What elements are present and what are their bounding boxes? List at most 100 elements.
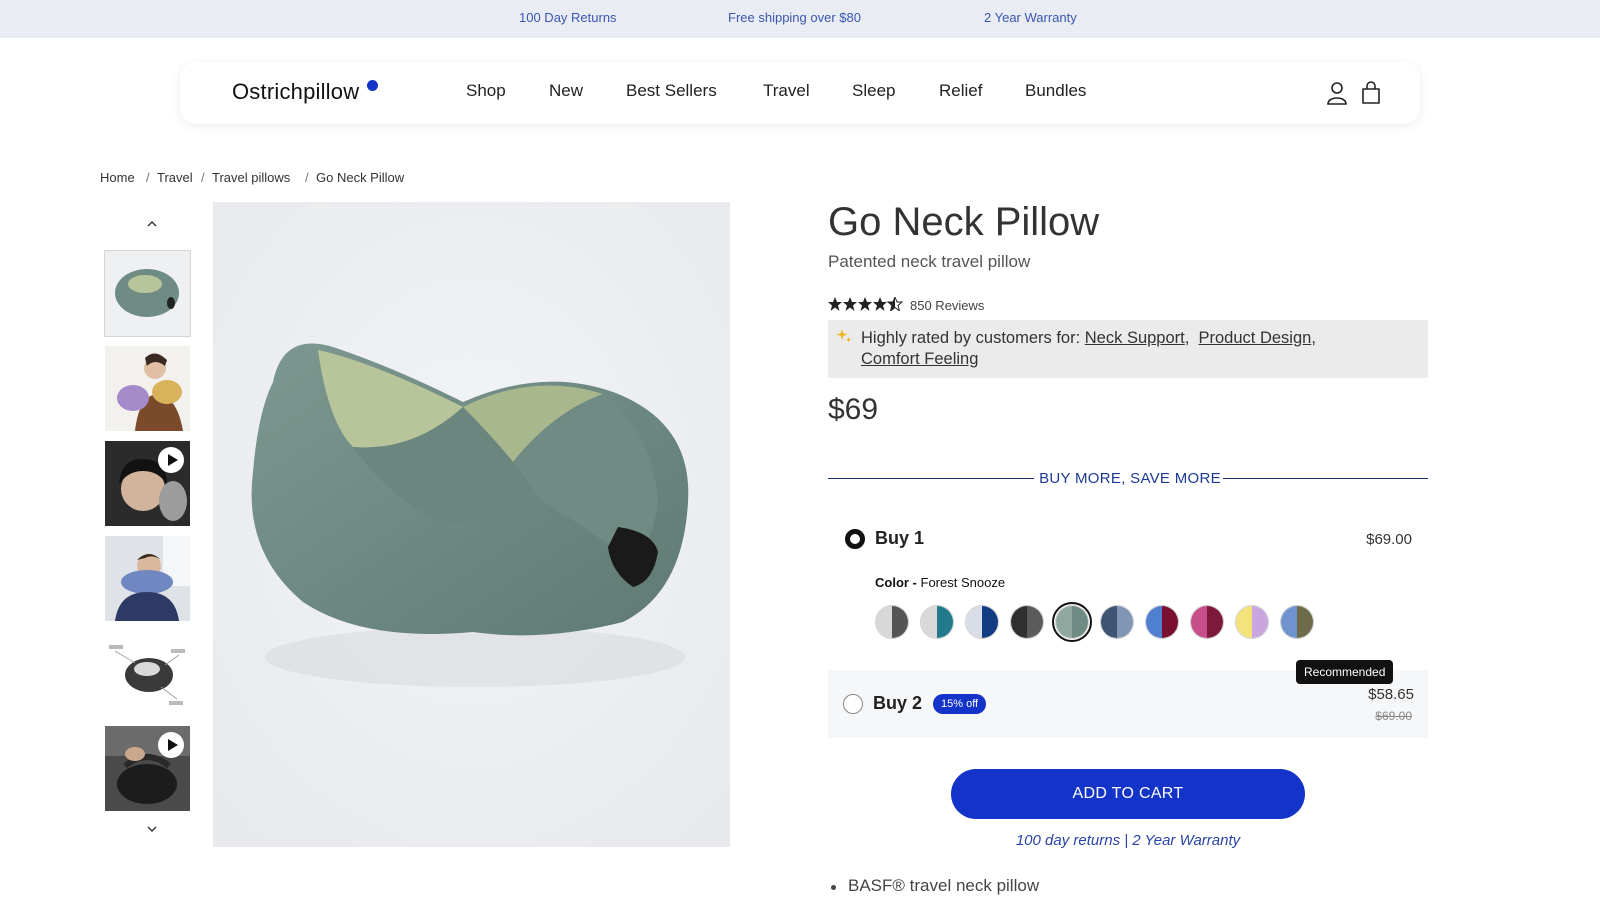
nav-travel[interactable]: Travel <box>763 81 810 101</box>
recommended-badge: Recommended <box>1296 660 1394 684</box>
breadcrumb-travel-pillows[interactable]: Travel pillows <box>212 170 290 185</box>
color-swatch-5[interactable] <box>1052 602 1092 642</box>
nav-sleep[interactable]: Sleep <box>852 81 895 101</box>
color-swatch-3[interactable] <box>965 605 999 639</box>
woman-with-pillows-thumbnail <box>105 346 190 431</box>
highlight-link-product-design[interactable]: Product Design <box>1199 329 1312 347</box>
product-price: $69 <box>828 393 879 426</box>
swatch-left-half <box>921 606 937 638</box>
color-label-key: Color - <box>875 575 917 590</box>
swatch-left-half <box>1056 606 1072 638</box>
breadcrumb-travel[interactable]: Travel <box>157 170 193 185</box>
swatch-right-half <box>1117 606 1133 638</box>
announcement-bar: 100 Day Returns Free shipping over $80 2… <box>0 0 1600 38</box>
thumbnail-2[interactable] <box>105 346 190 431</box>
nav-shop[interactable]: Shop <box>466 81 506 101</box>
buy-2-old-price: $69.00 <box>1375 709 1412 723</box>
color-swatch-10[interactable] <box>1280 605 1314 639</box>
divider-line-right <box>1223 478 1428 479</box>
site-header: Ostrichpillow Shop New Best Sellers Trav… <box>180 62 1420 124</box>
buy-2-price: $58.65 <box>1368 686 1414 703</box>
color-swatch-7[interactable] <box>1145 605 1179 639</box>
customer-highlights: Highly rated by customers for: Neck Supp… <box>828 320 1428 378</box>
feature-bullet: BASF® travel neck pillow <box>830 876 1040 895</box>
swatch-left-half <box>966 606 982 638</box>
gallery-up-chevron-icon[interactable] <box>141 213 163 235</box>
swatch-right-half <box>937 606 953 638</box>
swatch-right-half <box>1027 606 1043 638</box>
discount-badge: 15% off <box>933 694 987 714</box>
account-icon[interactable] <box>1326 81 1348 105</box>
highlight-text-line2: Comfort Feeling <box>861 350 978 369</box>
logo-dot <box>367 80 378 91</box>
play-icon[interactable] <box>158 447 184 473</box>
thumbnail-3-video[interactable] <box>105 441 190 526</box>
color-swatch-1[interactable] <box>875 605 909 639</box>
breadcrumb-separator: / <box>146 170 150 185</box>
neck-pillow-image <box>213 202 730 847</box>
thumbnail-4[interactable] <box>105 536 190 621</box>
color-swatch-9[interactable] <box>1235 605 1269 639</box>
guarantee-text: 100 day returns | 2 Year Warranty <box>1015 832 1241 849</box>
swatch-left-half <box>1011 606 1027 638</box>
color-swatch-6[interactable] <box>1100 605 1134 639</box>
swatch-left-half <box>1146 606 1162 638</box>
neck-pillow-thumbnail <box>105 251 190 336</box>
breadcrumb-current: Go Neck Pillow <box>316 170 405 185</box>
breadcrumb-home[interactable]: Home <box>100 170 135 185</box>
man-wearing-pillow-thumbnail <box>105 536 190 621</box>
nav-bundles[interactable]: Bundles <box>1025 81 1086 101</box>
product-title: Go Neck Pillow <box>828 200 1100 244</box>
nav-best-sellers[interactable]: Best Sellers <box>626 81 717 101</box>
rating-stars-icon[interactable] <box>828 297 904 311</box>
swatch-right-half <box>892 606 908 638</box>
thumbnail-5[interactable] <box>105 631 190 716</box>
swatch-right-half <box>982 606 998 638</box>
thumbnail-6-video[interactable] <box>105 726 190 811</box>
color-label-value: Forest Snooze <box>920 575 1006 590</box>
site-logo[interactable]: Ostrichpillow <box>232 79 359 105</box>
highlight-text: Highly rated by customers for: Neck Supp… <box>861 329 1316 347</box>
swatch-left-half <box>1236 606 1252 638</box>
swatch-left-half <box>1191 606 1207 638</box>
announcement-warranty: 2 Year Warranty <box>984 10 1077 25</box>
thumbnail-1[interactable] <box>104 250 191 337</box>
color-swatch-2[interactable] <box>920 605 954 639</box>
announcement-shipping: Free shipping over $80 <box>728 10 861 25</box>
cart-icon[interactable] <box>1360 81 1382 105</box>
highlight-prefix: Highly rated by customers for: <box>861 329 1081 347</box>
pillow-diagram-thumbnail <box>105 631 190 716</box>
buy-1-label[interactable]: Buy 1 <box>875 528 924 549</box>
sparkle-icon <box>836 329 852 343</box>
buy-1-radio[interactable] <box>845 529 865 549</box>
gallery-down-chevron-icon[interactable] <box>141 818 163 840</box>
swatch-right-half <box>1072 606 1088 638</box>
announcement-returns: 100 Day Returns <box>519 10 617 25</box>
product-subtitle: Patented neck travel pillow <box>828 252 1031 271</box>
color-swatch-4[interactable] <box>1010 605 1044 639</box>
swatch-right-half <box>1297 606 1313 638</box>
highlight-link-neck-support[interactable]: Neck Support <box>1085 329 1185 347</box>
swatch-left-half <box>1281 606 1297 638</box>
buy-1-price: $69.00 <box>1366 531 1412 548</box>
nav-new[interactable]: New <box>549 81 583 101</box>
play-icon[interactable] <box>158 732 184 758</box>
main-product-image[interactable] <box>213 202 730 847</box>
reviews-link[interactable]: 850 Reviews <box>910 298 984 313</box>
nav-relief[interactable]: Relief <box>939 81 982 101</box>
divider-line-left <box>828 478 1034 479</box>
buy-2-label[interactable]: Buy 2 <box>873 693 922 714</box>
swatch-right-half <box>1207 606 1223 638</box>
bundle-heading: BUY MORE, SAVE MORE <box>1039 470 1221 487</box>
color-selection-label: Color - Forest Snooze <box>875 575 1005 590</box>
add-to-cart-button[interactable]: ADD TO CART <box>951 769 1305 819</box>
breadcrumb-separator: / <box>201 170 205 185</box>
color-swatch-8[interactable] <box>1190 605 1224 639</box>
swatch-left-half <box>876 606 892 638</box>
swatch-right-half <box>1252 606 1268 638</box>
swatch-left-half <box>1101 606 1117 638</box>
breadcrumb-separator: / <box>305 170 309 185</box>
swatch-right-half <box>1162 606 1178 638</box>
buy-2-radio[interactable] <box>843 694 863 714</box>
highlight-link-comfort-feeling[interactable]: Comfort Feeling <box>861 350 978 368</box>
